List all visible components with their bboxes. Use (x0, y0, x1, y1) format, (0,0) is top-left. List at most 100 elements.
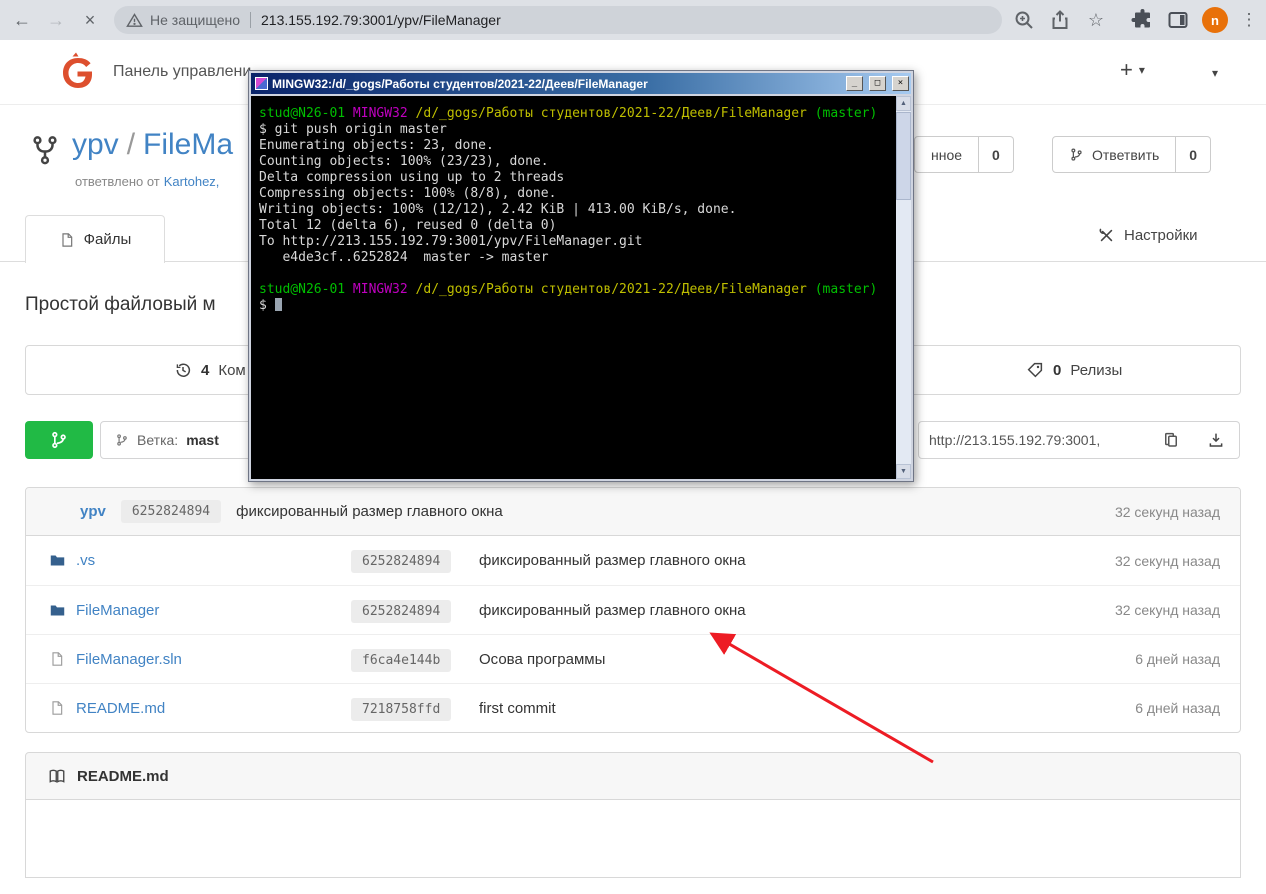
fork-icon (1069, 146, 1084, 163)
readme-body (25, 800, 1241, 878)
toolbar-icons: ☆ n ⋮ (1012, 7, 1258, 33)
gogs-logo-icon[interactable] (58, 50, 98, 94)
commit-author-link[interactable]: ypv (80, 503, 106, 520)
commit-message-link[interactable]: фиксированный размер главного окна (479, 602, 746, 619)
commit-message-link[interactable]: фиксированный размер главного окна (479, 552, 746, 569)
extensions-puzzle-icon[interactable] (1130, 8, 1154, 32)
commit-time: 6 дней назад (1135, 700, 1220, 716)
commit-sha-badge[interactable]: 6252824894 (351, 600, 451, 623)
file-table: ypv 6252824894 фиксированный размер глав… (25, 487, 1241, 733)
create-new-button[interactable]: + ▾ (1120, 59, 1145, 81)
repo-description: Простой файловый м (25, 294, 216, 316)
file-icon (59, 232, 75, 248)
copy-icon (1162, 431, 1180, 449)
scroll-down-icon[interactable]: ▼ (896, 464, 911, 479)
tag-icon (1026, 361, 1044, 379)
stop-icon: × (85, 10, 96, 31)
terminal-scrollbar[interactable]: ▲ ▼ (896, 96, 911, 479)
clone-url-input[interactable] (918, 421, 1149, 459)
releases-label: Релизы (1070, 362, 1122, 379)
scroll-up-icon[interactable]: ▲ (896, 96, 911, 111)
table-row: FileManager.sln f6ca4e144b Осова программы… (26, 634, 1240, 683)
latest-commit-row: ypv 6252824894 фиксированный размер глав… (26, 488, 1240, 536)
commit-sha-badge[interactable]: f6ca4e144b (351, 649, 451, 672)
forward-button[interactable]: → (42, 6, 70, 34)
tab-files-label: Файлы (84, 231, 132, 248)
profile-avatar[interactable]: n (1202, 7, 1228, 33)
scrollbar-thumb[interactable] (896, 112, 911, 200)
side-panel-icon[interactable] (1166, 8, 1190, 32)
commit-time: 6 дней назад (1135, 651, 1220, 667)
table-row: .vs 6252824894 фиксированный размер главно… (26, 536, 1240, 585)
forked-from-link[interactable]: Kartohez, (164, 174, 220, 189)
user-menu-caret-icon[interactable]: ▾ (1212, 66, 1218, 80)
releases-stat[interactable]: 0 Релизы (1026, 346, 1122, 394)
address-divider (250, 12, 251, 28)
file-icon (49, 700, 66, 717)
fork-count[interactable]: 0 (1176, 136, 1211, 173)
commits-stat[interactable]: 4 Ком (174, 346, 246, 394)
commit-time: 32 секунд назад (1115, 602, 1220, 618)
tab-settings[interactable]: Настройки (1098, 227, 1198, 244)
address-bar[interactable]: Не защищено 213.155.192.79:3001/ypv/File… (114, 6, 1002, 34)
forked-from-note: ответвлено от Kartohez, (75, 174, 219, 189)
file-name-link[interactable]: README.md (76, 700, 165, 717)
minimize-button[interactable]: _ (846, 76, 863, 91)
mingw-icon (255, 77, 268, 90)
commit-message-link[interactable]: Осова программы (479, 651, 605, 668)
fork-button-label: Ответвить (1092, 147, 1159, 163)
tab-files[interactable]: Файлы (25, 215, 165, 263)
repo-name-link[interactable]: FileMa (143, 128, 233, 161)
share-icon[interactable] (1048, 8, 1072, 32)
branch-selector[interactable]: Ветка: mast (100, 421, 262, 459)
forked-from-label: ответвлено от (75, 174, 160, 189)
close-button[interactable]: × (892, 76, 909, 91)
tab-settings-label: Настройки (1124, 227, 1198, 244)
not-secure-warning-icon (126, 12, 143, 29)
star-count[interactable]: 0 (979, 136, 1014, 173)
bookmark-star-icon[interactable]: ☆ (1084, 8, 1108, 32)
commit-message-link[interactable]: фиксированный размер главного окна (236, 503, 503, 520)
stop-button[interactable]: × (76, 6, 104, 34)
star-button[interactable]: нное 0 (914, 136, 1014, 173)
commit-sha-badge[interactable]: 6252824894 (121, 500, 221, 523)
history-icon (174, 361, 192, 379)
download-icon (1207, 431, 1225, 449)
commit-sha-badge[interactable]: 6252824894 (351, 550, 451, 573)
file-icon (49, 651, 66, 668)
repo-fork-icon (30, 134, 60, 170)
file-rows: .vs 6252824894 фиксированный размер главно… (26, 536, 1240, 732)
branch-icon (49, 430, 69, 450)
commits-count: 4 (201, 362, 209, 379)
folder-icon (49, 552, 66, 569)
fork-button[interactable]: Ответвить 0 (1052, 136, 1211, 173)
terminal-output: stud@N26-01 MINGW32 /d/_gogs/Работы студ… (251, 96, 911, 322)
repo-title: ypv/FileMa (72, 128, 233, 162)
compare-branch-button[interactable] (25, 421, 93, 459)
terminal-title: MINGW32:/d/_gogs/Работы студентов/2021-2… (272, 77, 840, 91)
file-name-link[interactable]: FileManager.sln (76, 651, 182, 668)
zoom-icon[interactable] (1012, 8, 1036, 32)
releases-count: 0 (1053, 362, 1061, 379)
dashboard-link[interactable]: Панель управлени (113, 63, 251, 81)
commit-sha-badge[interactable]: 7218758ffd (351, 698, 451, 721)
download-button[interactable] (1193, 421, 1240, 459)
file-name-link[interactable]: .vs (76, 552, 95, 569)
back-button[interactable]: ← (8, 6, 36, 34)
terminal-titlebar[interactable]: MINGW32:/d/_gogs/Работы студентов/2021-2… (251, 73, 911, 94)
copy-url-button[interactable] (1148, 421, 1194, 459)
readme-title: README.md (77, 768, 169, 785)
table-row: FileManager 6252824894 фиксированный разме… (26, 585, 1240, 634)
file-name-link[interactable]: FileManager (76, 602, 159, 619)
folder-icon (49, 602, 66, 619)
branch-name: mast (186, 432, 219, 448)
browser-menu-icon[interactable]: ⋮ (1240, 10, 1258, 30)
commit-time: 32 секунд назад (1115, 504, 1220, 520)
readme-section: README.md (25, 752, 1241, 878)
maximize-button[interactable]: □ (869, 76, 886, 91)
browser-toolbar: ← → × Не защищено 213.155.192.79:3001/yp… (0, 0, 1266, 40)
commit-message-link[interactable]: first commit (479, 700, 556, 717)
repo-owner-link[interactable]: ypv (72, 128, 119, 161)
chevron-down-icon: ▾ (1139, 63, 1145, 77)
screen: ← → × Не защищено 213.155.192.79:3001/yp… (0, 0, 1266, 894)
